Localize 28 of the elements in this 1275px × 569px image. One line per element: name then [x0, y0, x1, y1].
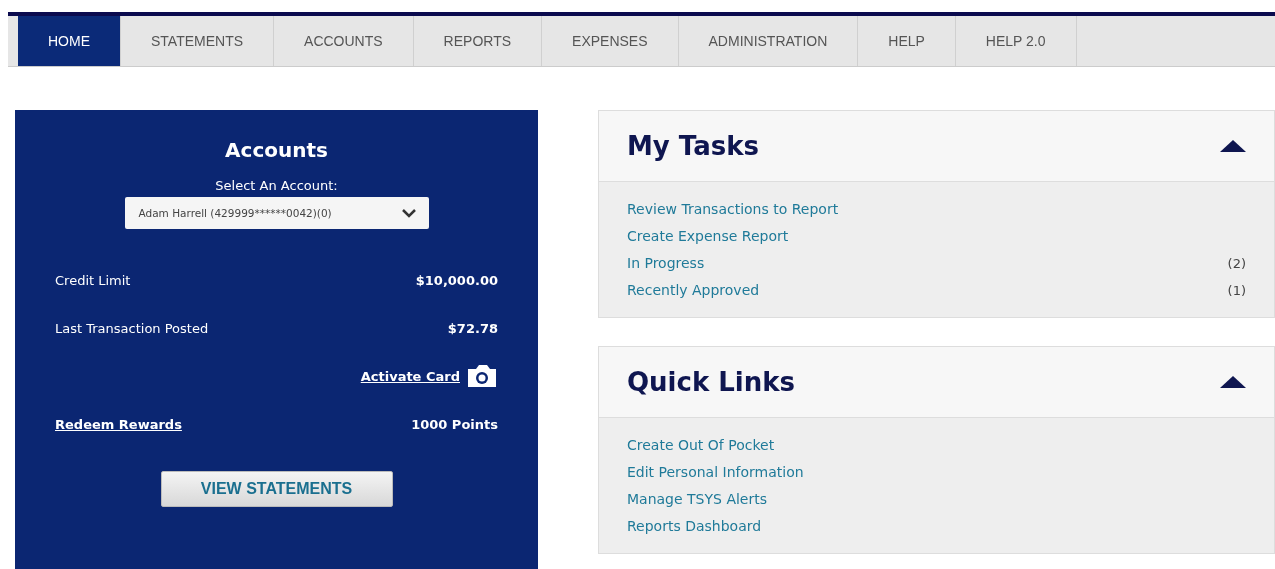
collapse-triangle-icon[interactable]: [1220, 139, 1246, 153]
view-statements-button[interactable]: VIEW STATEMENTS: [160, 471, 393, 507]
panel-link[interactable]: In Progress: [627, 255, 705, 271]
account-dropdown[interactable]: Adam Harrell (429999******0042)(0): [124, 197, 429, 229]
panel-title: My Tasks: [627, 131, 760, 161]
row-label: Credit Limit: [55, 272, 131, 288]
panel-link[interactable]: Create Out Of Pocket: [627, 437, 775, 453]
row-value: $72.78: [447, 320, 498, 336]
camera-icon: [466, 363, 498, 389]
nav-tab[interactable]: HOME: [18, 16, 121, 66]
accounts-title: Accounts: [225, 138, 328, 162]
collapse-triangle-icon[interactable]: [1220, 375, 1246, 389]
panel-link[interactable]: Recently Approved: [627, 282, 760, 298]
panel-link[interactable]: Edit Personal Information: [627, 464, 804, 480]
select-label: Select An Account:: [215, 178, 338, 193]
panel-link[interactable]: Reports Dashboard: [627, 518, 762, 534]
panel-link[interactable]: Review Transactions to Report: [627, 201, 839, 217]
row-label: Last Transaction Posted: [55, 320, 209, 336]
panel-link[interactable]: Create Expense Report: [627, 228, 789, 244]
item-count: (2): [1227, 255, 1246, 271]
points-value: 1000 Points: [411, 416, 498, 432]
activate-card-link[interactable]: Activate Card: [360, 368, 460, 384]
panel-link[interactable]: Manage TSYS Alerts: [627, 491, 767, 507]
row-value: $10,000.00: [415, 272, 498, 288]
panel-title: Quick Links: [627, 367, 796, 397]
chevron-down-icon: [400, 208, 417, 218]
redeem-rewards-link[interactable]: Redeem Rewards: [55, 416, 182, 432]
item-count: (1): [1227, 282, 1246, 298]
